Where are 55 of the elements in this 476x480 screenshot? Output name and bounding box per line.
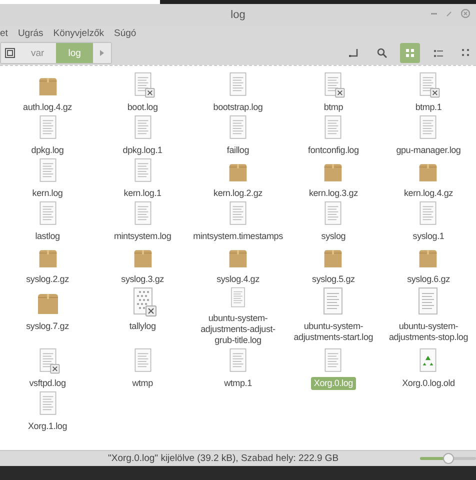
maximize-icon[interactable]: [446, 10, 452, 16]
menu-item[interactable]: Ugrás: [18, 28, 44, 39]
file-name[interactable]: dpkg.log.1: [120, 144, 166, 157]
menu-item[interactable]: et: [0, 28, 8, 39]
search-icon: [377, 48, 387, 58]
caret-icon: [100, 50, 104, 56]
file-name[interactable]: ubuntu-system-adjustments-start.log: [286, 320, 381, 344]
file-name[interactable]: fontconfig.log: [305, 144, 362, 157]
arrow-icon: [349, 48, 359, 58]
menu-item[interactable]: Könyvjelzők: [53, 28, 104, 39]
file-name[interactable]: wtmp.1: [221, 377, 255, 390]
home-button[interactable]: [1, 43, 19, 63]
view-button[interactable]: [400, 43, 420, 63]
file-name[interactable]: kern.log.3.gz: [306, 187, 361, 200]
file-name[interactable]: syslog.2.gz: [23, 273, 72, 286]
file-name[interactable]: vsftpd.log: [26, 377, 69, 390]
status-text: "Xorg.0.log" kijelölve (39.2 kB), Szabad hely: 222.9 GB: [108, 453, 339, 464]
minimize-icon[interactable]: [431, 12, 437, 14]
drive-icon: [5, 48, 15, 58]
file-name[interactable]: btmp.1: [412, 101, 445, 114]
file-name[interactable]: syslog.6.gz: [404, 273, 453, 286]
file-name[interactable]: lastlog: [32, 230, 63, 243]
file-name[interactable]: Xorg.0.log.old: [399, 377, 458, 390]
file-name[interactable]: boot.log: [124, 101, 161, 114]
file-name[interactable]: mintsystem.log: [110, 230, 174, 243]
file-name[interactable]: faillog: [224, 144, 252, 157]
file-name[interactable]: gpu-manager.log: [393, 144, 464, 157]
menu-item[interactable]: Súgó: [114, 28, 136, 39]
window-title: log: [230, 9, 246, 21]
file-name[interactable]: kern.log.1: [120, 187, 164, 200]
file-name[interactable]: ubuntu-system-adjustments-stop.log: [380, 320, 476, 344]
file-name[interactable]: syslog.1: [410, 230, 448, 243]
file-name[interactable]: kern.log: [29, 187, 66, 200]
list-icon: [434, 50, 442, 56]
file-name[interactable]: kern.log.4.gz: [401, 187, 456, 200]
file-name[interactable]: wtmp: [129, 377, 156, 390]
slider-thumb[interactable]: [443, 453, 454, 464]
file-name[interactable]: btmp: [320, 101, 346, 114]
file-name[interactable]: syslog.7.gz: [23, 320, 72, 333]
grid-icon: [406, 49, 414, 57]
file-name[interactable]: tallylog: [126, 320, 159, 333]
file-name[interactable]: dpkg.log: [28, 144, 67, 157]
file-name[interactable]: Xorg.1.log: [25, 420, 70, 433]
file-name[interactable]: bootstrap.log: [210, 101, 266, 114]
file-name[interactable]: syslog.5.gz: [309, 273, 358, 286]
next-button[interactable]: [92, 43, 111, 63]
file-name[interactable]: kern.log.2.gz: [210, 187, 266, 200]
file-name[interactable]: syslog: [318, 230, 349, 243]
file-name[interactable]: mintsystem.timestamps: [190, 230, 286, 243]
file-name[interactable]: syslog.4.gz: [214, 273, 262, 286]
compact-icon: [462, 49, 470, 57]
close-icon[interactable]: [461, 9, 470, 18]
file-name[interactable]: auth.log.4.gz: [20, 101, 75, 114]
file-name[interactable]: ubuntu-system-adjustments-adjust-grub-title.log: [190, 312, 286, 347]
file-name[interactable]: syslog.3.gz: [118, 273, 167, 286]
